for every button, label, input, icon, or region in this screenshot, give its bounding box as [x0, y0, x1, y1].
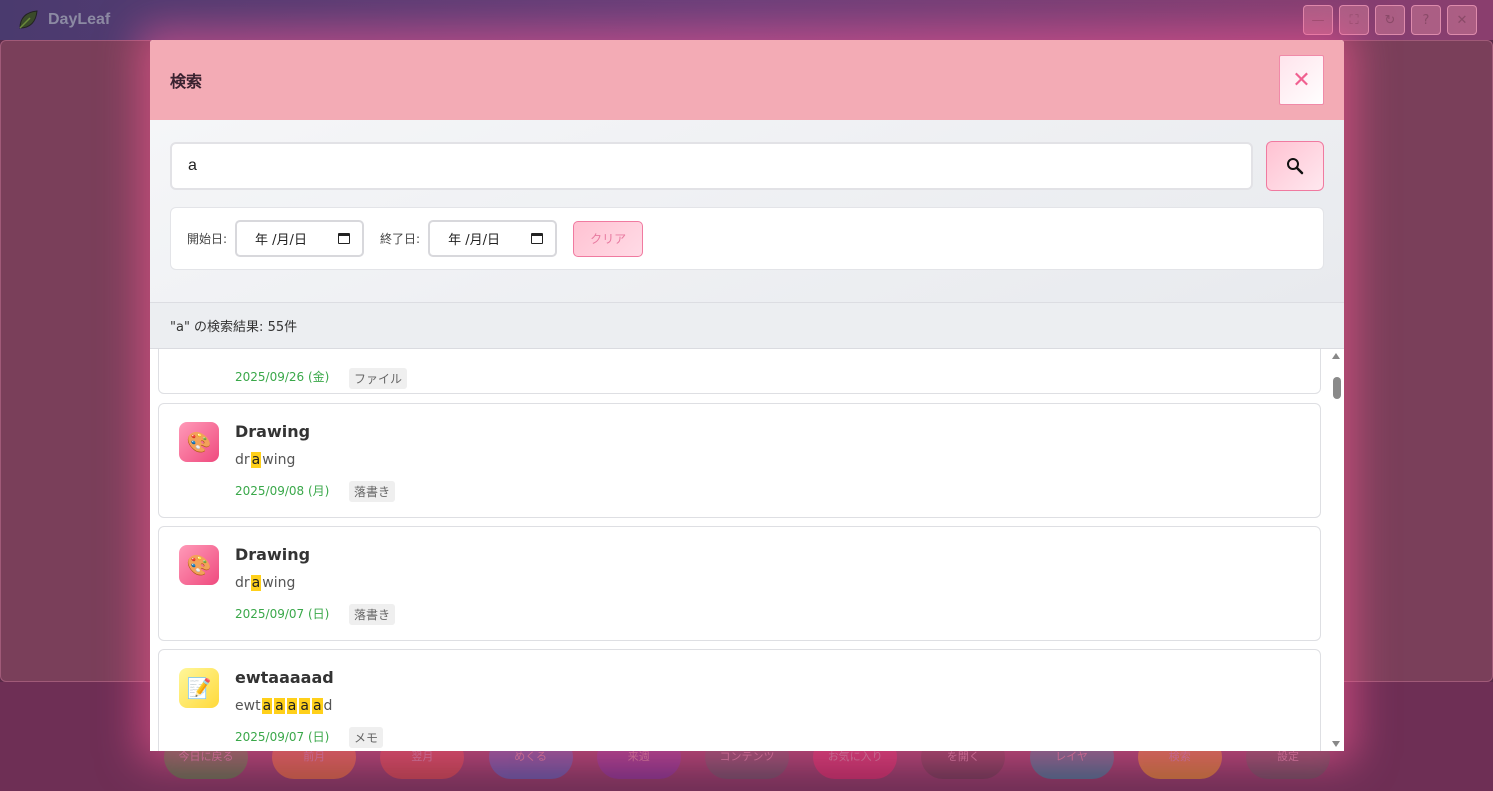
result-date: 2025/09/07 (日) — [235, 607, 330, 621]
result-title: Drawing — [235, 545, 311, 564]
match-highlight: a — [311, 698, 323, 714]
result-tag: ファイル — [349, 368, 408, 389]
palette-icon: 🎨 — [179, 545, 219, 585]
reload-button[interactable]: ↻ — [1375, 5, 1405, 35]
result-date: 2025/09/26 (金) — [235, 370, 330, 384]
calendar-icon[interactable] — [531, 233, 544, 244]
snippet-text: d — [323, 698, 333, 714]
results-scrollbar[interactable] — [1330, 349, 1344, 751]
result-title: Drawing — [235, 422, 311, 441]
modal-title: 検索 — [170, 72, 203, 91]
date-filter-box: 開始日: 年 /月/日 終了日: 年 /月/日 クリア — [170, 207, 1324, 270]
search-button[interactable] — [1266, 141, 1324, 191]
result-date: 2025/09/07 (日) — [235, 730, 330, 744]
window-controls: — ⛶ ↻ ? ✕ — [1303, 5, 1477, 35]
result-date: 2025/09/08 (月) — [235, 484, 330, 498]
calendar-icon[interactable] — [338, 233, 351, 244]
result-tag: メモ — [349, 727, 384, 748]
snippet-text: wing — [262, 452, 296, 468]
match-highlight: a — [286, 698, 298, 714]
app-titlebar: DayLeaf — ⛶ ↻ ? ✕ — [0, 0, 1493, 40]
snippet-text: dr — [235, 452, 250, 468]
match-highlight: a — [250, 575, 262, 591]
result-card[interactable]: 📝 ewtaaaaad ewt a a a a a d 2025/09/07 (日) メモ — [158, 649, 1321, 751]
snippet-text: ewt — [235, 698, 261, 714]
result-snippet: dr a wing — [235, 452, 295, 468]
search-input[interactable] — [170, 142, 1253, 190]
start-date-placeholder: 年 /月/日 — [255, 233, 307, 248]
modal-close-button[interactable]: ✕ — [1279, 55, 1324, 105]
result-snippet: ewt a a a a a d — [235, 698, 332, 714]
help-button[interactable]: ? — [1411, 5, 1441, 35]
snippet-text: dr — [235, 575, 250, 591]
scroll-down-icon[interactable] — [1332, 741, 1340, 747]
match-highlight: a — [261, 698, 273, 714]
match-highlight: a — [299, 698, 310, 714]
search-icon — [1287, 158, 1304, 175]
palette-icon: 🎨 — [179, 422, 219, 462]
memo-icon: 📝 — [179, 668, 219, 708]
window-close-button[interactable]: ✕ — [1447, 5, 1477, 35]
result-card[interactable]: 2025/09/26 (金) ファイル — [158, 349, 1321, 394]
results-list[interactable]: 2025/09/26 (金) ファイル 🎨 Drawing dr a wing 20… — [150, 349, 1344, 751]
leaf-logo-icon — [16, 8, 40, 32]
match-highlight: a — [250, 452, 262, 468]
end-date-input[interactable]: 年 /月/日 — [428, 220, 558, 257]
snippet-text: wing — [262, 575, 296, 591]
start-date-input[interactable]: 年 /月/日 — [235, 220, 365, 257]
close-icon: ✕ — [1292, 67, 1311, 93]
search-area: 開始日: 年 /月/日 終了日: 年 /月/日 クリア — [150, 120, 1344, 303]
result-summary: "a" の検索結果: 55件 — [150, 303, 1344, 349]
result-tag: 落書き — [349, 481, 396, 502]
fullscreen-button[interactable]: ⛶ — [1339, 5, 1369, 35]
result-tag: 落書き — [349, 604, 396, 625]
clear-button[interactable]: クリア — [573, 220, 644, 257]
start-date-label: 開始日: — [187, 232, 228, 246]
end-date-placeholder: 年 /月/日 — [448, 233, 500, 248]
minimize-button[interactable]: — — [1303, 5, 1333, 35]
result-card[interactable]: 🎨 Drawing dr a wing 2025/09/07 (日) 落書き — [158, 526, 1321, 641]
scroll-thumb[interactable] — [1333, 377, 1341, 399]
match-highlight: a — [274, 698, 285, 714]
end-date-label: 終了日: — [380, 232, 421, 246]
scroll-up-icon[interactable] — [1332, 353, 1340, 359]
result-title: ewtaaaaad — [235, 668, 334, 687]
modal-header: 検索 ✕ — [150, 40, 1344, 120]
app-title: DayLeaf — [48, 11, 111, 28]
result-card[interactable]: 🎨 Drawing dr a wing 2025/09/08 (月) 落書き — [158, 403, 1321, 518]
result-snippet: dr a wing — [235, 575, 295, 591]
